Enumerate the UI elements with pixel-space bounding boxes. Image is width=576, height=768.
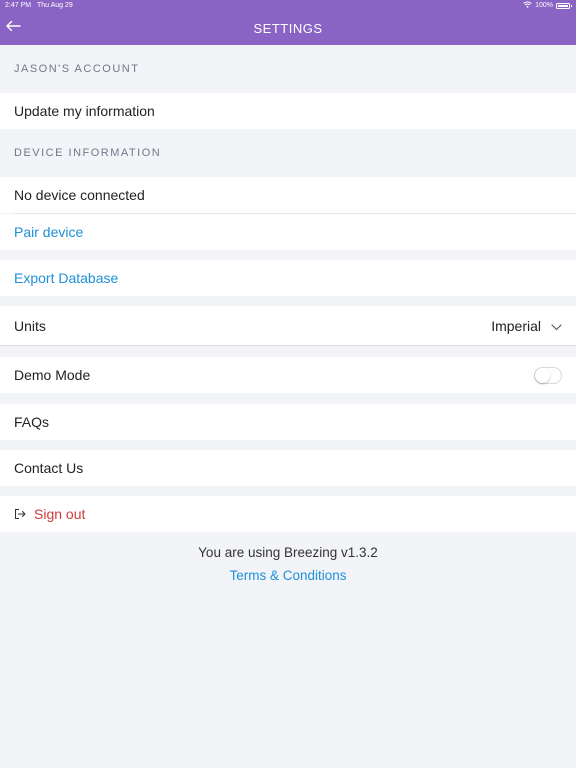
faqs-label: FAQs <box>14 414 50 430</box>
units-select[interactable]: Imperial <box>491 318 562 334</box>
divider <box>0 345 576 346</box>
demo-mode-label: Demo Mode <box>14 367 91 383</box>
status-date: Thu Aug 29 <box>37 2 73 9</box>
device-status-row: No device connected <box>0 177 576 213</box>
wifi-icon <box>523 1 532 10</box>
update-information-row[interactable]: Update my information <box>0 93 576 129</box>
contact-us-row[interactable]: Contact Us <box>0 450 576 486</box>
battery-percent: 100% <box>535 2 553 9</box>
contact-us-label: Contact Us <box>14 460 84 476</box>
page-title: SETTINGS <box>253 21 323 36</box>
device-status-label: No device connected <box>14 187 145 203</box>
battery-icon <box>556 2 572 9</box>
units-label: Units <box>14 318 46 334</box>
units-row[interactable]: Units Imperial <box>0 306 576 346</box>
status-time: 2:47 PM <box>5 2 32 9</box>
update-information-label: Update my information <box>14 103 155 119</box>
toggle-knob <box>535 367 550 383</box>
pair-device-link[interactable]: Pair device <box>14 224 83 240</box>
demo-mode-row: Demo Mode <box>0 357 576 393</box>
pair-device-row[interactable]: Pair device <box>0 214 576 250</box>
chevron-down-icon <box>551 318 562 334</box>
terms-conditions-link[interactable]: Terms & Conditions <box>229 568 346 583</box>
section-header-device: DEVICE INFORMATION <box>14 147 162 159</box>
section-header-account: JASON'S ACCOUNT <box>14 63 140 75</box>
version-text: You are using Breezing v1.3.2 <box>198 545 378 560</box>
export-database-link[interactable]: Export Database <box>14 270 118 286</box>
status-right: 100% <box>523 1 572 10</box>
faqs-row[interactable]: FAQs <box>0 404 576 440</box>
sign-out-icon <box>14 508 26 520</box>
app-header: 2:47 PM Thu Aug 29 100% SETTINGS <box>0 0 576 45</box>
demo-mode-toggle[interactable] <box>534 366 562 384</box>
sign-out-row[interactable]: Sign out <box>0 496 576 532</box>
units-value: Imperial <box>491 318 541 334</box>
status-bar: 2:47 PM Thu Aug 29 100% <box>0 0 576 12</box>
sign-out-label: Sign out <box>34 506 86 522</box>
terms-footer: Terms & Conditions <box>0 568 576 583</box>
export-database-row[interactable]: Export Database <box>0 260 576 296</box>
